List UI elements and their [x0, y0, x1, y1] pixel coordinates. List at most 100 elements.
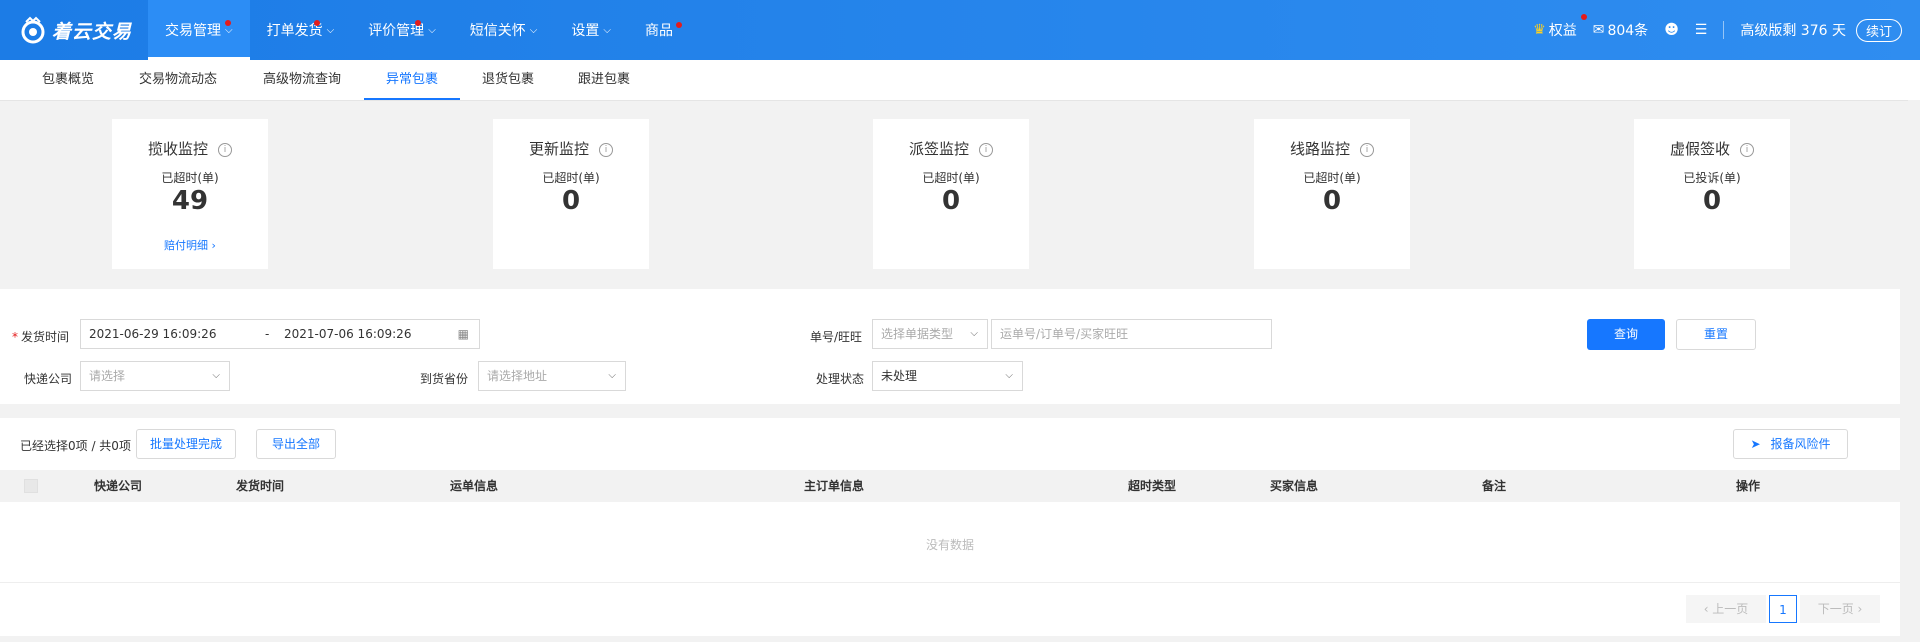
- nav-item-trade[interactable]: 交易管理 ⌵: [148, 0, 250, 60]
- batch-complete-button[interactable]: 批量处理完成: [136, 429, 236, 459]
- divider: [1723, 21, 1725, 39]
- tab-package-overview[interactable]: 包裹概览: [40, 60, 96, 100]
- chevron-down-icon: ⌵: [603, 24, 611, 36]
- chevron-down-icon: ⌵: [970, 328, 978, 339]
- column-header[interactable]: 备注: [1482, 470, 1506, 502]
- nav-label: 短信关怀: [469, 23, 526, 39]
- range-separator: -: [265, 327, 270, 341]
- card-subtitle: 已超时(单): [161, 171, 219, 185]
- chevron-down-icon: ⌵: [529, 24, 538, 36]
- card-title: 更新监控 i: [493, 138, 649, 159]
- compensation-detail-link[interactable]: 赔付明细 ›: [112, 237, 268, 253]
- notification-dot: [313, 20, 320, 26]
- card-value[interactable]: 0: [1634, 186, 1790, 216]
- logo-icon: [18, 16, 48, 44]
- stat-card-update: 更新监控 i 已超时(单) 0: [493, 119, 649, 269]
- query-button[interactable]: 查询: [1587, 319, 1665, 350]
- chevron-down-icon: ⌵: [608, 370, 616, 381]
- tab-advanced-logistics[interactable]: 高级物流查询: [260, 60, 344, 100]
- calendar-icon: ▦: [457, 327, 469, 341]
- info-icon[interactable]: i: [1360, 142, 1374, 157]
- tab-return-packages[interactable]: 退货包裹: [480, 60, 536, 100]
- card-title: 揽收监控 i: [112, 138, 268, 159]
- tab-abnormal-packages[interactable]: 异常包裹: [364, 60, 460, 100]
- empty-state: 没有数据: [925, 538, 974, 552]
- status-select[interactable]: 未处理 ⌵: [872, 361, 1023, 391]
- notification-dot: [1581, 14, 1588, 20]
- column-header[interactable]: 快递公司: [94, 470, 142, 502]
- card-subtitle: 已超时(单): [542, 171, 600, 185]
- logo-text: 着云交易: [52, 20, 133, 43]
- table-header: 快递公司 发货时间 运单信息 主订单信息 超时类型 买家信息 备注 操作: [0, 470, 1900, 502]
- chevron-down-icon: ⌵: [212, 370, 220, 381]
- logo[interactable]: 着云交易: [18, 16, 132, 44]
- chevron-down-icon: ⌵: [1005, 370, 1013, 381]
- renew-button[interactable]: 续订: [1855, 18, 1902, 42]
- mail-link[interactable]: ✉ 804条: [1593, 20, 1648, 40]
- select-all-checkbox[interactable]: [24, 479, 38, 493]
- card-title: 虚假签收 i: [1634, 138, 1790, 159]
- plan-text: 高级版剩 376 天: [1740, 23, 1846, 39]
- nav-label: 交易管理: [165, 23, 221, 39]
- tab-logistics-dynamics[interactable]: 交易物流动态: [136, 60, 220, 100]
- sub-nav: 包裹概览 交易物流动态 高级物流查询 异常包裹 退货包裹 跟进包裹: [0, 60, 1920, 101]
- reset-button[interactable]: 重置: [1676, 319, 1756, 350]
- card-value[interactable]: 49: [112, 186, 268, 216]
- order-label: 单号/旺旺: [810, 330, 863, 344]
- column-header[interactable]: 操作: [1736, 470, 1760, 502]
- stat-card-route: 线路监控 i 已超时(单) 0: [1254, 119, 1410, 269]
- stat-card-fake-sign: 虚假签收 i 已投诉(单) 0: [1634, 119, 1790, 269]
- tab-follow-packages[interactable]: 跟进包裹: [576, 60, 632, 100]
- mail-icon: ✉: [1592, 22, 1605, 38]
- card-value[interactable]: 0: [1254, 186, 1410, 216]
- info-icon[interactable]: i: [979, 142, 993, 157]
- main-nav: 交易管理 ⌵ 打单发货 ⌵ 评价管理 ⌵ 短信关怀 ⌵ 设置 ⌵ 商品: [148, 0, 690, 60]
- courier-label: 快递公司: [24, 372, 73, 386]
- service-icon[interactable]: ☻: [1664, 22, 1679, 38]
- page-number[interactable]: 1: [1769, 595, 1797, 623]
- rights-label: 权益: [1548, 23, 1577, 39]
- province-label: 到货省份: [420, 372, 469, 386]
- top-bar: 着云交易 交易管理 ⌵ 打单发货 ⌵ 评价管理 ⌵ 短信关怀 ⌵ 设置 ⌵ 商品: [0, 0, 1920, 60]
- next-page-button[interactable]: 下一页 ›: [1800, 595, 1880, 623]
- crown-icon: ♛: [1533, 22, 1546, 38]
- stat-card-delivery: 派签监控 i 已超时(单) 0: [873, 119, 1029, 269]
- status-label: 处理状态: [816, 372, 865, 386]
- export-all-button[interactable]: 导出全部: [256, 429, 336, 459]
- info-icon[interactable]: i: [1740, 142, 1754, 157]
- end-date[interactable]: 2021-07-06 16:09:26: [284, 320, 411, 348]
- nav-item-products[interactable]: 商品: [628, 0, 690, 60]
- prev-page-button[interactable]: ‹ 上一页: [1686, 595, 1766, 623]
- filter-panel: * 发货时间 2021-06-29 16:09:26 - 2021-07-06 1…: [0, 289, 1900, 404]
- report-risk-button[interactable]: ➤ 报备风险件: [1733, 429, 1848, 459]
- card-value[interactable]: 0: [873, 186, 1029, 216]
- nav-item-settings[interactable]: 设置 ⌵: [554, 0, 628, 60]
- nav-item-print-ship[interactable]: 打单发货 ⌵: [250, 0, 352, 60]
- nav-item-review[interactable]: 评价管理 ⌵: [351, 0, 453, 60]
- column-header[interactable]: 买家信息: [1270, 470, 1318, 502]
- rights-link[interactable]: ♛ 权益: [1533, 14, 1588, 40]
- column-header[interactable]: 超时类型: [1128, 470, 1176, 502]
- order-type-select[interactable]: 选择单据类型 ⌵: [872, 319, 988, 349]
- column-header[interactable]: 发货时间: [236, 470, 284, 502]
- card-subtitle: 已超时(单): [1303, 171, 1361, 185]
- selection-count: 已经选择0项 / 共0项: [20, 439, 131, 453]
- notification-dot: [225, 20, 231, 26]
- megaphone-icon: ➤: [1750, 437, 1761, 451]
- courier-select[interactable]: 请选择 ⌵: [80, 361, 230, 391]
- chevron-down-icon: ⌵: [428, 24, 436, 36]
- results-panel: 已经选择0项 / 共0项 批量处理完成 导出全部 ➤ 报备风险件 快递公司 发货时…: [0, 418, 1900, 636]
- column-header[interactable]: 运单信息: [450, 470, 498, 502]
- order-search-input[interactable]: 运单号/订单号/买家旺旺: [991, 319, 1272, 349]
- ship-time-range[interactable]: 2021-06-29 16:09:26 - 2021-07-06 16:09:2…: [80, 319, 480, 349]
- info-icon[interactable]: i: [599, 142, 613, 157]
- mail-count: 804条: [1607, 23, 1649, 39]
- column-header[interactable]: 主订单信息: [804, 470, 864, 502]
- province-select[interactable]: 请选择地址 ⌵: [478, 361, 626, 391]
- nav-item-sms[interactable]: 短信关怀 ⌵: [453, 0, 555, 60]
- start-date[interactable]: 2021-06-29 16:09:26: [89, 327, 216, 341]
- list-icon[interactable]: ☰: [1695, 22, 1708, 38]
- info-icon[interactable]: i: [218, 142, 232, 157]
- card-value[interactable]: 0: [493, 186, 649, 216]
- page-scrollbar[interactable]: [1908, 100, 1920, 642]
